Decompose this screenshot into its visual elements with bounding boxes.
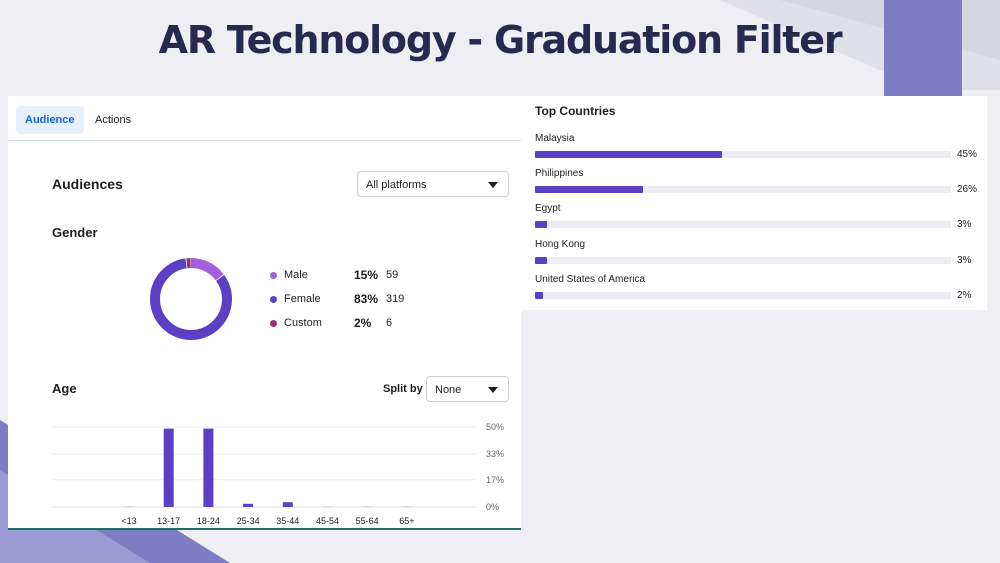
platform-select[interactable]: All platforms xyxy=(357,171,509,197)
country-row: Malaysia 45% xyxy=(535,133,981,161)
country-percent: 3% xyxy=(957,219,972,231)
country-bar-track xyxy=(535,221,951,229)
split-by-select[interactable]: None xyxy=(426,376,509,402)
gender-donut-chart xyxy=(150,258,232,340)
country-row: Philippines 26% xyxy=(535,168,981,196)
x-tick-label: 18-24 xyxy=(197,516,220,526)
country-bar-fill xyxy=(535,151,723,158)
y-tick-label: 17% xyxy=(486,475,504,485)
y-tick-label: 50% xyxy=(486,422,504,432)
country-bar-fill xyxy=(535,221,548,229)
legend-label: Female xyxy=(284,293,321,305)
legend-percent: 83% xyxy=(354,292,379,306)
legend-count: 59 xyxy=(386,269,399,281)
country-bar-fill xyxy=(535,256,548,264)
x-tick-label: 25-34 xyxy=(237,516,260,526)
slide-title: AR Technology - Graduation Filter xyxy=(158,18,843,62)
split-by-label: Split by xyxy=(383,383,423,395)
chevron-down-icon xyxy=(488,387,498,393)
legend-percent: 2% xyxy=(354,316,372,330)
age-bar-chart: 0% 17% 33% 50% <13 13-17 18-24 25-34 35-44 45-54… xyxy=(52,422,504,526)
platform-select-value: All platforms xyxy=(366,179,427,191)
country-row: Egypt 3% xyxy=(535,203,981,231)
country-percent: 26% xyxy=(957,184,978,196)
tab-audience[interactable]: Audience xyxy=(16,106,84,134)
x-tick-label: <13 xyxy=(121,516,136,526)
top-countries-heading: Top Countries xyxy=(535,104,616,118)
country-name: Philippines xyxy=(535,168,584,180)
x-tick-label: 13-17 xyxy=(157,516,180,526)
legend-count: 6 xyxy=(386,317,393,329)
age-bar-65+ xyxy=(401,506,412,508)
legend-dot-male xyxy=(270,272,277,279)
age-bar-25-34 xyxy=(243,503,254,507)
y-tick-label: 33% xyxy=(486,449,504,459)
country-name: Egypt xyxy=(535,203,561,215)
country-bar-track xyxy=(535,291,951,299)
split-by-select-value: None xyxy=(435,384,462,396)
legend-dot-female xyxy=(270,296,277,303)
country-name: Hong Kong xyxy=(535,238,586,250)
panel-divider xyxy=(8,528,521,530)
country-percent: 3% xyxy=(957,254,972,266)
audience-panel: Audience Actions Audiences All platforms… xyxy=(8,96,521,530)
y-tick-label: 0% xyxy=(486,502,499,512)
audiences-heading: Audiences xyxy=(52,176,123,192)
age-bar-18-24 xyxy=(203,428,214,507)
top-countries-panel: Top Countries Malaysia 45% Philippines 26% E… xyxy=(521,96,987,310)
legend-percent: 15% xyxy=(354,268,379,282)
legend-count: 319 xyxy=(386,293,405,305)
country-bar-fill xyxy=(535,186,644,194)
legend-dot-custom xyxy=(270,320,277,327)
x-tick-label: 55-64 xyxy=(356,516,379,526)
legend-label: Male xyxy=(284,269,308,281)
country-row: Hong Kong 3% xyxy=(535,239,981,267)
age-bar-45-54 xyxy=(322,506,333,508)
legend-label: Custom xyxy=(284,317,322,329)
country-bar-track xyxy=(535,256,951,264)
x-tick-label: 45-54 xyxy=(316,516,339,526)
chevron-down-icon xyxy=(488,182,498,188)
country-row: United States of America 2% xyxy=(535,274,981,302)
tab-actions[interactable]: Actions xyxy=(86,106,140,134)
country-name: United States of America xyxy=(535,273,646,285)
country-bar-track xyxy=(535,151,951,158)
gender-heading: Gender xyxy=(52,225,98,240)
x-tick-label: 65+ xyxy=(399,516,414,526)
x-tick-label: 35-44 xyxy=(276,516,299,526)
age-bar-<13 xyxy=(124,506,134,508)
age-bar-55-64 xyxy=(362,506,373,508)
age-heading: Age xyxy=(52,381,77,396)
country-name: Malaysia xyxy=(535,133,575,144)
tab-bar: Audience Actions xyxy=(8,102,521,141)
country-percent: 2% xyxy=(957,289,972,301)
country-bar-fill xyxy=(535,291,544,299)
country-bar-track xyxy=(535,186,951,194)
age-bar-35-44 xyxy=(282,502,293,507)
country-percent: 45% xyxy=(957,149,978,160)
age-bar-13-17 xyxy=(163,428,174,507)
